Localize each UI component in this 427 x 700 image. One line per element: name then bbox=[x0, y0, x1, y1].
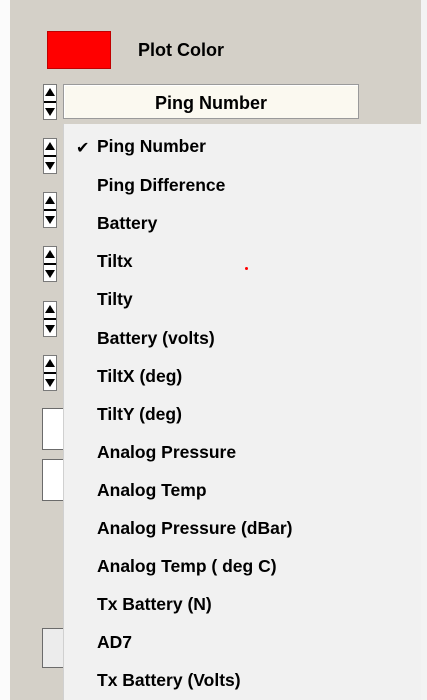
menu-item[interactable]: Battery (volts) bbox=[97, 328, 215, 349]
menu-item[interactable]: Battery bbox=[97, 213, 157, 234]
panel-left-edge bbox=[0, 0, 10, 700]
menu-item[interactable]: TiltY (deg) bbox=[97, 404, 182, 425]
spinner-divider bbox=[44, 101, 56, 103]
menu-item[interactable]: Ping Difference bbox=[97, 175, 225, 196]
spinner-down-icon[interactable] bbox=[45, 379, 55, 387]
spinner-control-4[interactable] bbox=[43, 246, 57, 282]
spinner-up-icon[interactable] bbox=[45, 359, 55, 367]
spinner-up-icon[interactable] bbox=[45, 196, 55, 204]
spinner-control-2[interactable] bbox=[43, 138, 57, 174]
plot-variable-dropdown[interactable]: Ping Number bbox=[63, 84, 359, 119]
spinner-down-icon[interactable] bbox=[45, 162, 55, 170]
spinner-up-icon[interactable] bbox=[45, 88, 55, 96]
menu-item[interactable]: Analog Pressure bbox=[97, 442, 236, 463]
menu-item[interactable]: Analog Temp ( deg C) bbox=[97, 556, 277, 577]
spinner-control-6[interactable] bbox=[43, 355, 57, 391]
menu-item[interactable]: Tiltx bbox=[97, 251, 133, 272]
spinner-down-icon[interactable] bbox=[45, 270, 55, 278]
menu-item[interactable]: Analog Temp bbox=[97, 480, 207, 501]
spinner-down-icon[interactable] bbox=[45, 108, 55, 116]
spinner-divider bbox=[44, 263, 56, 265]
stray-red-dot bbox=[245, 267, 248, 270]
spinner-control-3[interactable] bbox=[43, 192, 57, 228]
spinner-control-5[interactable] bbox=[43, 301, 57, 337]
spinner-control[interactable] bbox=[43, 84, 57, 120]
menu-item[interactable]: Tilty bbox=[97, 289, 133, 310]
menu-item[interactable]: Analog Pressure (dBar) bbox=[97, 518, 292, 539]
spinner-down-icon[interactable] bbox=[45, 216, 55, 224]
check-icon: ✔ bbox=[76, 140, 90, 157]
menu-item[interactable]: AD7 bbox=[97, 632, 132, 653]
menu-item[interactable]: Tx Battery (Volts) bbox=[97, 670, 241, 691]
spinner-down-icon[interactable] bbox=[45, 325, 55, 333]
spinner-up-icon[interactable] bbox=[45, 142, 55, 150]
plot-variable-menu: ✔ Ping Number Ping Difference Battery Ti… bbox=[63, 124, 421, 700]
spinner-divider bbox=[44, 209, 56, 211]
spinner-divider bbox=[44, 155, 56, 157]
spinner-up-icon[interactable] bbox=[45, 250, 55, 258]
plot-color-label: Plot Color bbox=[138, 40, 224, 60]
menu-item[interactable]: Tx Battery (N) bbox=[97, 594, 212, 615]
spinner-divider bbox=[44, 318, 56, 320]
settings-panel: Plot Color Ping Number ✔ Ping Number Pin… bbox=[0, 0, 427, 700]
panel-right-edge bbox=[421, 0, 427, 700]
plot-color-swatch[interactable] bbox=[47, 31, 111, 69]
spinner-up-icon[interactable] bbox=[45, 305, 55, 313]
menu-item[interactable]: Ping Number bbox=[97, 136, 206, 157]
dropdown-selected-value: Ping Number bbox=[154, 93, 267, 113]
menu-item[interactable]: TiltX (deg) bbox=[97, 366, 182, 387]
spinner-divider bbox=[44, 372, 56, 374]
